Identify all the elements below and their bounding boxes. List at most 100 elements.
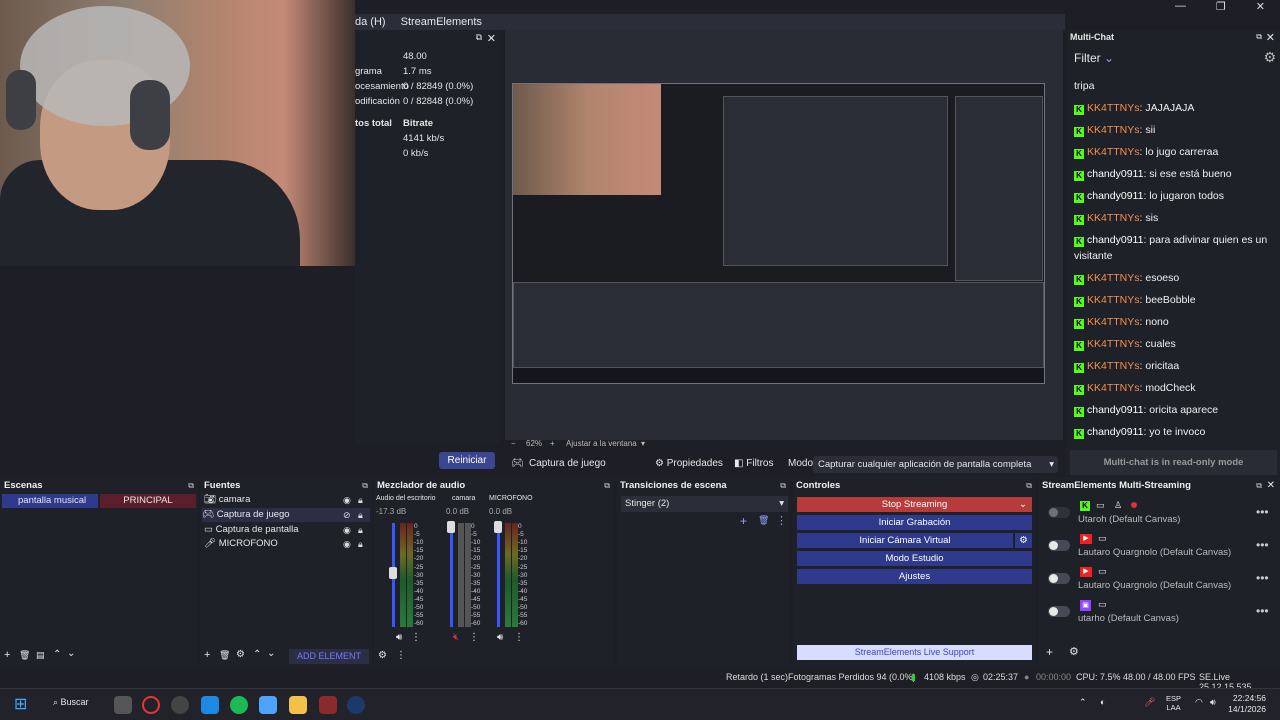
chat-username[interactable]: KK4TTNYs <box>1087 360 1140 372</box>
menu-dots-icon[interactable]: ⋮ <box>396 650 406 661</box>
menu-dots-icon[interactable]: ⋮ <box>776 514 787 527</box>
chat-username[interactable]: chandy0911 <box>1087 426 1143 438</box>
mic-icon[interactable]: 🎤︎ <box>1144 697 1155 708</box>
filters-button[interactable]: ◧ Filtros <box>734 455 773 473</box>
game-icon[interactable] <box>319 696 337 714</box>
file-explorer-icon[interactable] <box>114 696 132 714</box>
chat-username[interactable]: KK4TTNYs <box>1087 212 1140 224</box>
add-icon[interactable]: + <box>1046 645 1053 659</box>
pin-icon[interactable]: ⧉ <box>604 481 610 491</box>
close-icon[interactable]: ✕ <box>1266 31 1275 44</box>
add-icon[interactable]: + <box>204 649 210 661</box>
zoom-in-icon[interactable]: + <box>550 439 555 448</box>
filter-icon[interactable]: ▤ <box>36 650 45 661</box>
volume-slider-handle[interactable] <box>389 567 397 579</box>
chevron-down-icon[interactable]: ▾ <box>641 439 645 448</box>
chat-username[interactable]: chandy0911 <box>1087 234 1143 246</box>
virtual-camera-button[interactable]: Iniciar Cámara Virtual <box>797 533 1013 548</box>
properties-button[interactable]: ⚙ Propiedades <box>655 455 723 473</box>
more-icon[interactable]: ••• <box>1256 505 1269 519</box>
down-icon[interactable]: ⌄ <box>67 648 75 659</box>
close-icon[interactable]: ✕ <box>487 32 496 45</box>
fit-window-label[interactable]: Ajustar a la ventana <box>566 439 637 448</box>
volume-slider-handle[interactable] <box>494 521 502 533</box>
eye-icon[interactable]: ◉ <box>343 539 351 550</box>
start-recording-button[interactable]: Iniciar Grabación <box>797 515 1032 530</box>
volume-slider[interactable] <box>497 523 500 627</box>
pin-icon[interactable]: ⧉ <box>1026 481 1032 491</box>
target-toggle[interactable] <box>1048 507 1070 518</box>
capture-mode-select[interactable]: Capturar cualquier aplicación de pantall… <box>813 456 1058 473</box>
chat-username[interactable]: chandy0911 <box>1087 168 1143 180</box>
target-toggle[interactable] <box>1048 573 1070 584</box>
transition-select[interactable]: Stinger (2) ▾ <box>621 496 788 512</box>
menu-dots-icon[interactable]: ⋮ <box>469 632 479 643</box>
chat-username[interactable]: KK4TTNYs <box>1087 316 1140 328</box>
chat-username[interactable]: chandy0911 <box>1087 190 1143 202</box>
gear-icon[interactable]: ⚙ <box>378 650 387 661</box>
menu-item-help[interactable]: da (H) <box>355 14 386 30</box>
volume-slider[interactable] <box>450 523 453 627</box>
chat-username[interactable]: KK4TTNYs <box>1087 102 1140 114</box>
maximize-icon[interactable]: ❐ <box>1216 0 1226 14</box>
menu-dots-icon[interactable]: ⋮ <box>411 632 421 643</box>
eye-icon[interactable]: ◉ <box>343 525 351 536</box>
restart-button[interactable]: Reiniciar <box>439 452 495 469</box>
target-toggle[interactable] <box>1048 606 1070 617</box>
preview-canvas[interactable] <box>512 83 1045 384</box>
steam-icon[interactable] <box>347 696 365 714</box>
chat-username[interactable]: KK4TTNYs <box>1087 338 1140 350</box>
gear-icon[interactable]: ⚙ <box>1069 645 1079 658</box>
speaker-muted-icon[interactable]: 🔇︎ <box>453 632 459 643</box>
add-icon[interactable]: + <box>740 514 747 528</box>
chat-username[interactable]: KK4TTNYs <box>1087 146 1140 158</box>
eye-off-icon[interactable]: ⊘ <box>343 510 351 521</box>
lock-icon[interactable]: 🔒︎ <box>358 525 363 536</box>
eye-icon[interactable]: ◉ <box>343 495 351 506</box>
folder-icon[interactable] <box>289 696 307 714</box>
speaker-icon[interactable]: 🔊︎ <box>497 632 503 643</box>
pin-icon[interactable]: ⧉ <box>188 481 194 491</box>
lock-icon[interactable]: 🔒︎ <box>358 510 363 521</box>
scene-item[interactable]: pantalla musical <box>2 494 98 508</box>
tray-icon[interactable]: ◐ <box>1100 697 1105 707</box>
settings-button[interactable]: Ajustes <box>797 569 1032 584</box>
pin-icon[interactable]: ⧉ <box>1256 32 1262 42</box>
pin-icon[interactable]: ⧉ <box>780 481 786 491</box>
chat-username[interactable]: KK4TTNYs <box>1087 382 1140 394</box>
volume-icon[interactable]: 🔊︎ <box>1210 697 1216 708</box>
add-element-button[interactable]: ADD ELEMENT <box>289 649 369 664</box>
speaker-icon[interactable]: 🔊︎ <box>396 632 402 643</box>
more-icon[interactable]: ••• <box>1256 538 1269 552</box>
close-icon[interactable]: ✕ <box>1267 480 1275 491</box>
pin-icon[interactable]: ⧉ <box>476 32 482 43</box>
gear-icon[interactable]: ⚙ <box>1015 533 1032 548</box>
mail-icon[interactable] <box>201 696 219 714</box>
scene-item[interactable]: PRINCIPAL <box>100 494 196 508</box>
obs-icon[interactable] <box>171 696 189 714</box>
chat-username[interactable]: KK4TTNYs <box>1087 272 1140 284</box>
close-window-icon[interactable]: ✕ <box>1256 0 1265 14</box>
chat-username[interactable]: KK4TTNYs <box>1087 294 1140 306</box>
trash-icon[interactable]: 🗑︎ <box>758 515 769 526</box>
lock-icon[interactable]: 🔒︎ <box>358 539 363 550</box>
add-icon[interactable]: + <box>4 649 10 661</box>
up-icon[interactable]: ⌃ <box>253 649 261 660</box>
up-icon[interactable]: ⌃ <box>53 649 61 660</box>
trash-icon[interactable]: 🗑︎ <box>219 650 230 661</box>
chat-username[interactable]: chandy0911 <box>1087 404 1143 416</box>
opera-icon[interactable] <box>142 696 160 714</box>
stop-streaming-button[interactable]: Stop Streaming ⌄ <box>797 497 1032 512</box>
zoom-out-icon[interactable]: − <box>511 439 516 448</box>
pin-icon[interactable]: ⧉ <box>1256 481 1262 491</box>
chat-username[interactable]: KK4TTNYs <box>1087 124 1140 136</box>
gear-icon[interactable]: ⚙ <box>236 649 245 660</box>
pin-icon[interactable]: ⧉ <box>362 481 368 491</box>
wifi-icon[interactable]: ◠ <box>1195 697 1203 708</box>
language-indicator[interactable]: ESP LAA <box>1166 694 1181 712</box>
target-toggle[interactable] <box>1048 540 1070 551</box>
lock-icon[interactable]: 🔒︎ <box>358 495 363 506</box>
search-button[interactable]: ⌕ Buscar <box>53 697 89 708</box>
studio-mode-button[interactable]: Modo Estudio <box>797 551 1032 566</box>
more-icon[interactable]: ••• <box>1256 604 1269 618</box>
